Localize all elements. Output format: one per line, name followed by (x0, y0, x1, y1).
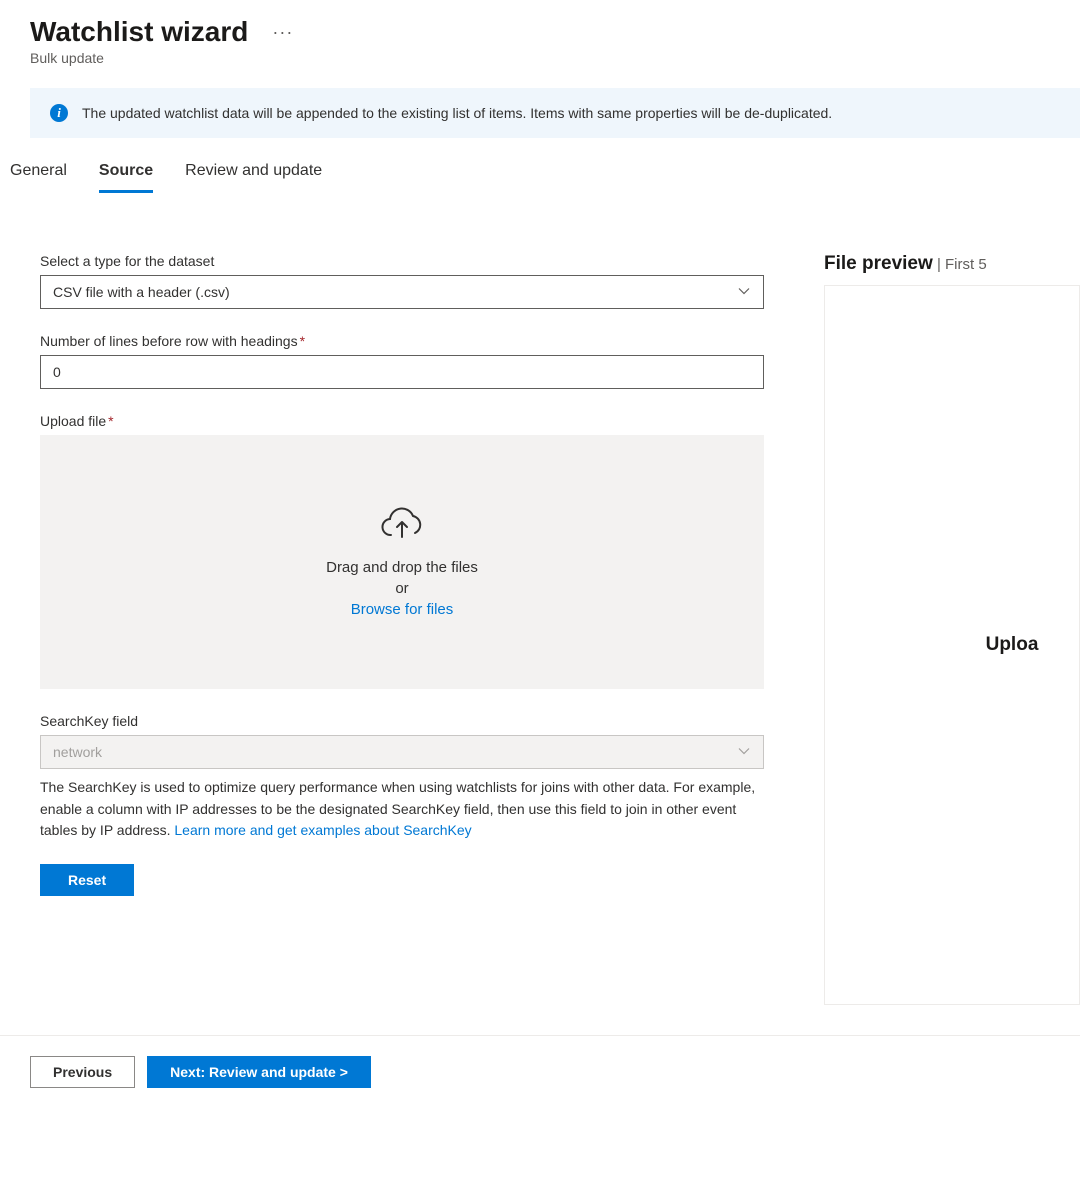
chevron-down-icon (737, 744, 751, 761)
file-preview-heading: File preview | First 5 (824, 253, 1080, 275)
lines-before-input[interactable] (53, 364, 751, 380)
file-preview-subtitle: | First 5 (933, 256, 987, 273)
required-marker: * (300, 333, 305, 349)
lines-before-label: Number of lines before row with headings… (40, 333, 764, 349)
file-preview-empty-text: Uploa (866, 634, 1039, 656)
upload-label: Upload file* (40, 413, 764, 429)
file-preview-column: File preview | First 5 Uploa (824, 253, 1080, 1005)
page-title: Watchlist wizard (30, 16, 248, 48)
searchkey-value: network (53, 744, 102, 760)
field-dataset-type: Select a type for the dataset CSV file w… (40, 253, 764, 309)
dataset-type-label: Select a type for the dataset (40, 253, 764, 269)
field-upload: Upload file* Drag and drop the files or … (40, 413, 764, 689)
reset-button[interactable]: Reset (40, 864, 134, 896)
info-banner: i The updated watchlist data will be app… (30, 88, 1080, 138)
tab-review-and-update[interactable]: Review and update (185, 156, 322, 193)
next-button[interactable]: Next: Review and update > (147, 1056, 371, 1088)
chevron-down-icon (737, 284, 751, 301)
info-icon: i (50, 104, 68, 122)
page-header: Watchlist wizard ··· Bulk update (0, 0, 1080, 74)
searchkey-label: SearchKey field (40, 713, 764, 729)
file-preview-title: File preview (824, 253, 933, 274)
upload-dropzone[interactable]: Drag and drop the files or Browse for fi… (40, 435, 764, 689)
more-actions-icon[interactable]: ··· (272, 22, 293, 43)
wizard-tabs: General Source Review and update (0, 138, 1080, 193)
form-column: Select a type for the dataset CSV file w… (40, 253, 764, 1005)
searchkey-learn-more-link[interactable]: Learn more and get examples about Search… (174, 822, 471, 838)
previous-button[interactable]: Previous (30, 1056, 135, 1088)
cloud-upload-icon (379, 507, 425, 547)
file-preview-box: Uploa (824, 285, 1080, 1005)
lines-before-input-wrap[interactable] (40, 355, 764, 389)
searchkey-help-text: The SearchKey is used to optimize query … (40, 777, 764, 842)
page-subtitle: Bulk update (30, 50, 1050, 66)
field-searchkey: SearchKey field network The SearchKey is… (40, 713, 764, 842)
field-lines-before: Number of lines before row with headings… (40, 333, 764, 389)
tab-source[interactable]: Source (99, 156, 153, 193)
browse-files-link[interactable]: Browse for files (351, 601, 454, 618)
dropzone-drag-text: Drag and drop the files (326, 559, 478, 576)
wizard-footer: Previous Next: Review and update > (0, 1035, 1080, 1108)
info-banner-text: The updated watchlist data will be appen… (82, 105, 832, 121)
dataset-type-select[interactable]: CSV file with a header (.csv) (40, 275, 764, 309)
dropzone-or-text: or (395, 580, 408, 597)
required-marker: * (108, 413, 113, 429)
tab-general[interactable]: General (10, 156, 67, 193)
searchkey-select: network (40, 735, 764, 769)
dataset-type-value: CSV file with a header (.csv) (53, 284, 230, 300)
